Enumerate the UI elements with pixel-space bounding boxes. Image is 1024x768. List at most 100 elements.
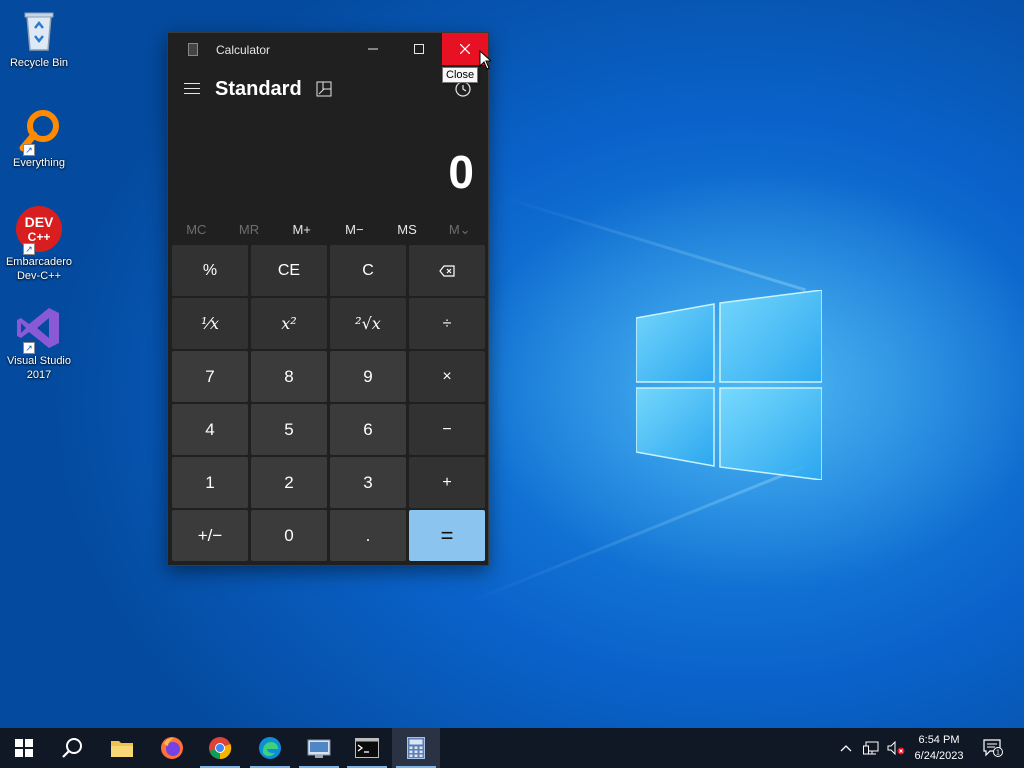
calculator-app-icon [188,43,198,56]
decimal-button[interactable]: . [330,510,406,561]
network-tray-button[interactable] [858,728,884,768]
multiply-button[interactable]: × [409,351,485,402]
percent-button[interactable]: % [172,245,248,296]
calculator-window[interactable]: Calculator Standard 0 MC MR M+ M− MS M⌄ … [167,32,489,566]
volume-tray-button[interactable] [884,728,908,768]
mode-title: Standard [215,78,302,100]
taskbar-file-explorer[interactable] [98,728,146,768]
plus-button[interactable]: + [409,457,485,508]
memory-add-button[interactable]: M+ [275,215,328,245]
digit-8-button[interactable]: 8 [251,351,327,402]
taskbar-control-panel[interactable] [295,728,343,768]
clock-date: 6/24/2023 [914,750,964,762]
calculator-icon [407,737,425,759]
desktop: Recycle Bin ↗ Everything DEV C++ ↗ Embar… [0,0,1024,728]
square-root-button[interactable]: ²√x [330,298,406,349]
result-display: 0 [448,146,474,198]
search-icon [62,738,82,758]
system-clock[interactable]: 6:54 PM 6/24/2023 [908,732,970,764]
taskbar-calculator[interactable] [392,728,440,768]
divide-button[interactable]: ÷ [409,298,485,349]
svg-text:DEV: DEV [25,214,54,230]
square-root-label: ²√x [355,314,381,333]
desktop-icon-devcpp[interactable]: DEV C++ ↗ Embarcadero Dev-C++ [2,205,76,283]
mouse-cursor-icon [479,50,491,70]
digit-9-button[interactable]: 9 [330,351,406,402]
file-explorer-icon [111,741,133,757]
svg-text:C++: C++ [28,230,51,244]
chrome-icon [209,737,232,760]
edge-icon [259,737,281,759]
shortcut-arrow-icon: ↗ [23,243,35,255]
notification-icon: 1 [983,739,1003,757]
shortcut-arrow-icon: ↗ [23,144,35,156]
notification-count: 1 [996,750,1000,757]
memory-recall-button[interactable]: MR [223,215,276,245]
window-title: Calculator [216,43,271,57]
square-label: x² [281,314,297,333]
minimize-button[interactable] [350,33,396,65]
desktop-icon-label: Embarcadero Dev-C++ [5,256,73,282]
chevron-up-icon [840,745,852,752]
taskbar-edge[interactable] [246,728,294,768]
memory-row: MC MR M+ M− MS M⌄ [170,215,486,245]
taskbar-firefox[interactable] [148,728,196,768]
digit-6-button[interactable]: 6 [330,404,406,455]
digit-4-button[interactable]: 4 [172,404,248,455]
clear-entry-button[interactable]: CE [251,245,327,296]
square-button[interactable]: x² [251,298,327,349]
reciprocal-button[interactable]: ¹⁄x [172,298,248,349]
windows-logo-icon [636,290,822,480]
command-prompt-icon [355,738,379,758]
clear-button[interactable]: C [330,245,406,296]
close-icon [460,44,470,54]
control-panel-icon [307,739,331,758]
backspace-icon [439,264,455,277]
visual-studio-icon: ↗ [15,304,63,354]
volume-muted-icon [887,741,905,755]
minus-button[interactable]: − [409,404,485,455]
shortcut-arrow-icon: ↗ [23,342,35,354]
digit-7-button[interactable]: 7 [172,351,248,402]
everything-search-icon: ↗ [15,106,63,156]
memory-store-button[interactable]: MS [381,215,434,245]
show-hidden-icons-button[interactable] [834,728,858,768]
reciprocal-label: ¹⁄x [200,314,220,333]
memory-subtract-button[interactable]: M− [328,215,381,245]
navigation-menu-button[interactable] [184,83,200,95]
digit-1-button[interactable]: 1 [172,457,248,508]
action-center-button[interactable]: 1 [978,728,1008,768]
digit-5-button[interactable]: 5 [251,404,327,455]
taskbar-command-prompt[interactable] [343,728,391,768]
memory-list-button[interactable]: M⌄ [433,215,486,245]
digit-2-button[interactable]: 2 [251,457,327,508]
title-bar[interactable]: Calculator [168,33,488,65]
memory-clear-button[interactable]: MC [170,215,223,245]
backspace-button[interactable] [409,245,485,296]
keep-on-top-icon[interactable] [316,81,332,97]
devcpp-icon: DEV C++ ↗ [15,205,63,255]
desktop-icon-label: Everything [13,157,65,169]
desktop-icon-label: Visual Studio 2017 [6,355,71,381]
taskbar-chrome[interactable] [196,728,244,768]
minimize-icon [368,48,378,50]
desktop-icon-label: Recycle Bin [9,57,69,69]
clock-time: 6:54 PM [918,734,960,746]
firefox-icon [161,737,183,759]
taskbar: 6:54 PM 6/24/2023 1 [0,728,1024,768]
digit-3-button[interactable]: 3 [330,457,406,508]
start-icon [15,739,33,757]
desktop-icon-everything[interactable]: ↗ Everything [2,106,76,170]
desktop-icon-visual-studio[interactable]: ↗ Visual Studio 2017 [2,304,76,382]
desktop-icon-recycle-bin[interactable]: Recycle Bin [2,6,76,70]
maximize-button[interactable] [396,33,442,65]
digit-0-button[interactable]: 0 [251,510,327,561]
search-button[interactable] [48,728,96,768]
network-icon [863,741,879,755]
recycle-bin-icon [15,6,63,54]
negate-button[interactable]: +/− [172,510,248,561]
equals-button[interactable]: = [409,510,485,561]
maximize-icon [414,44,424,54]
start-button[interactable] [0,728,48,768]
close-tooltip: Close [442,67,479,83]
